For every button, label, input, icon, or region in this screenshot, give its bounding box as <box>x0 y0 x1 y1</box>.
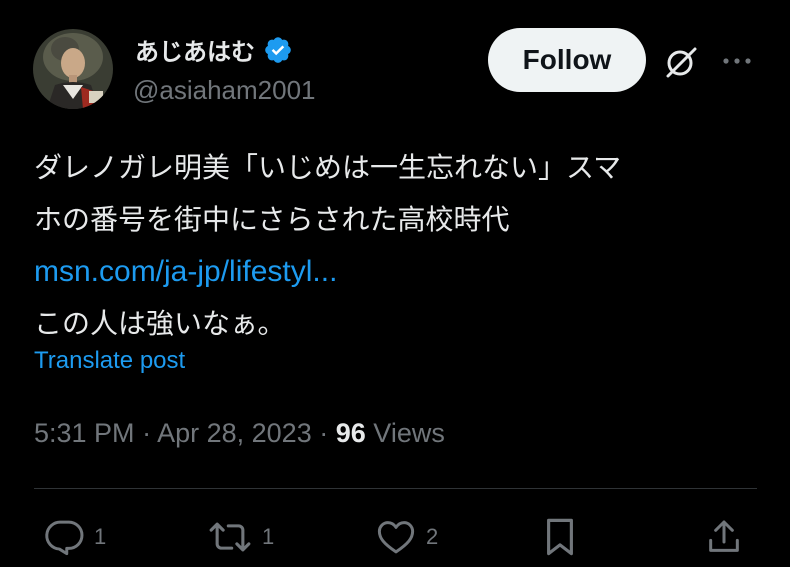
repost-button[interactable]: 1 <box>206 516 274 558</box>
like-button[interactable]: 2 <box>374 516 438 558</box>
reply-button[interactable]: 1 <box>44 516 106 558</box>
tweet-time[interactable]: 5:31 PM <box>34 418 135 448</box>
repost-icon <box>206 516 254 558</box>
verified-badge-icon <box>263 35 293 65</box>
user-name-row: あじあはむ <box>135 32 293 67</box>
tweet-text-line: ダレノガレ明美「いじめは一生忘れない」スマ <box>34 151 622 184</box>
bookmark-icon <box>544 516 576 558</box>
meta-separator: · <box>319 418 336 448</box>
repost-count: 1 <box>262 524 275 549</box>
meta-separator: · <box>142 418 158 448</box>
avatar[interactable] <box>33 29 113 109</box>
reply-count: 1 <box>94 524 107 549</box>
bookmark-button[interactable] <box>544 516 576 558</box>
views-count: 96 <box>335 418 366 448</box>
views-label: Views <box>373 418 445 448</box>
tweet-text: ダレノガレ明美「いじめは一生忘れない」スマ ホの番号を街中にさらされた高校時代 … <box>34 142 764 350</box>
display-name[interactable]: あじあはむ <box>135 32 255 67</box>
reply-icon <box>44 516 86 558</box>
tweet-link[interactable]: msn.com/ja-jp/lifestyl... <box>34 255 337 288</box>
tweet-meta: 5:31 PM · Apr 28, 2023 · 96 Views <box>34 418 445 449</box>
share-icon <box>704 516 744 558</box>
like-icon <box>374 516 418 558</box>
user-handle[interactable]: @asiaham2001 <box>133 75 316 106</box>
share-button[interactable] <box>704 516 744 558</box>
divider <box>34 488 757 489</box>
tweet-date[interactable]: Apr 28, 2023 <box>157 418 312 448</box>
follow-button[interactable]: Follow <box>488 28 646 92</box>
like-count: 2 <box>426 524 439 549</box>
more-icon[interactable] <box>720 50 754 72</box>
translate-post-link[interactable]: Translate post <box>34 347 185 375</box>
grok-icon[interactable] <box>663 44 699 80</box>
tweet-text-line: ホの番号を街中にさらされた高校時代 <box>34 203 510 236</box>
tweet-text-line: この人は強いなぁ。 <box>34 307 286 340</box>
